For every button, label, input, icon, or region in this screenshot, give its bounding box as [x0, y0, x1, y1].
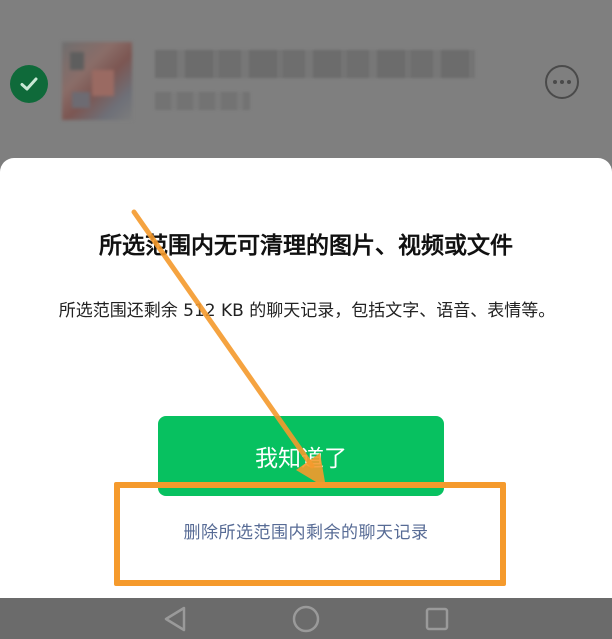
- chat-list-row: [0, 0, 612, 160]
- check-circle-icon[interactable]: [10, 65, 48, 103]
- screen: 所选范围内无可清理的图片、视频或文件 所选范围还剩余 512 KB 的聊天记录，…: [0, 0, 612, 639]
- recents-square-icon[interactable]: [419, 601, 455, 637]
- system-nav-bar: [0, 598, 612, 639]
- avatar: [62, 42, 132, 120]
- chat-subtitle-blurred: [155, 92, 250, 110]
- delete-remaining-chats-link[interactable]: 删除所选范围内剩余的聊天记录: [0, 518, 612, 543]
- cleanup-dialog: 所选范围内无可清理的图片、视频或文件 所选范围还剩余 512 KB 的聊天记录，…: [0, 158, 612, 598]
- checkmark-icon: [20, 77, 38, 91]
- more-options-icon[interactable]: [545, 65, 579, 99]
- got-it-button[interactable]: 我知道了: [158, 416, 444, 496]
- dialog-description: 所选范围还剩余 512 KB 的聊天记录，包括文字、语音、表情等。: [58, 301, 556, 321]
- home-circle-icon[interactable]: [288, 601, 324, 637]
- dialog-title: 所选范围内无可清理的图片、视频或文件: [99, 233, 513, 259]
- back-triangle-icon[interactable]: [157, 601, 193, 637]
- chat-title-blurred: [155, 50, 475, 78]
